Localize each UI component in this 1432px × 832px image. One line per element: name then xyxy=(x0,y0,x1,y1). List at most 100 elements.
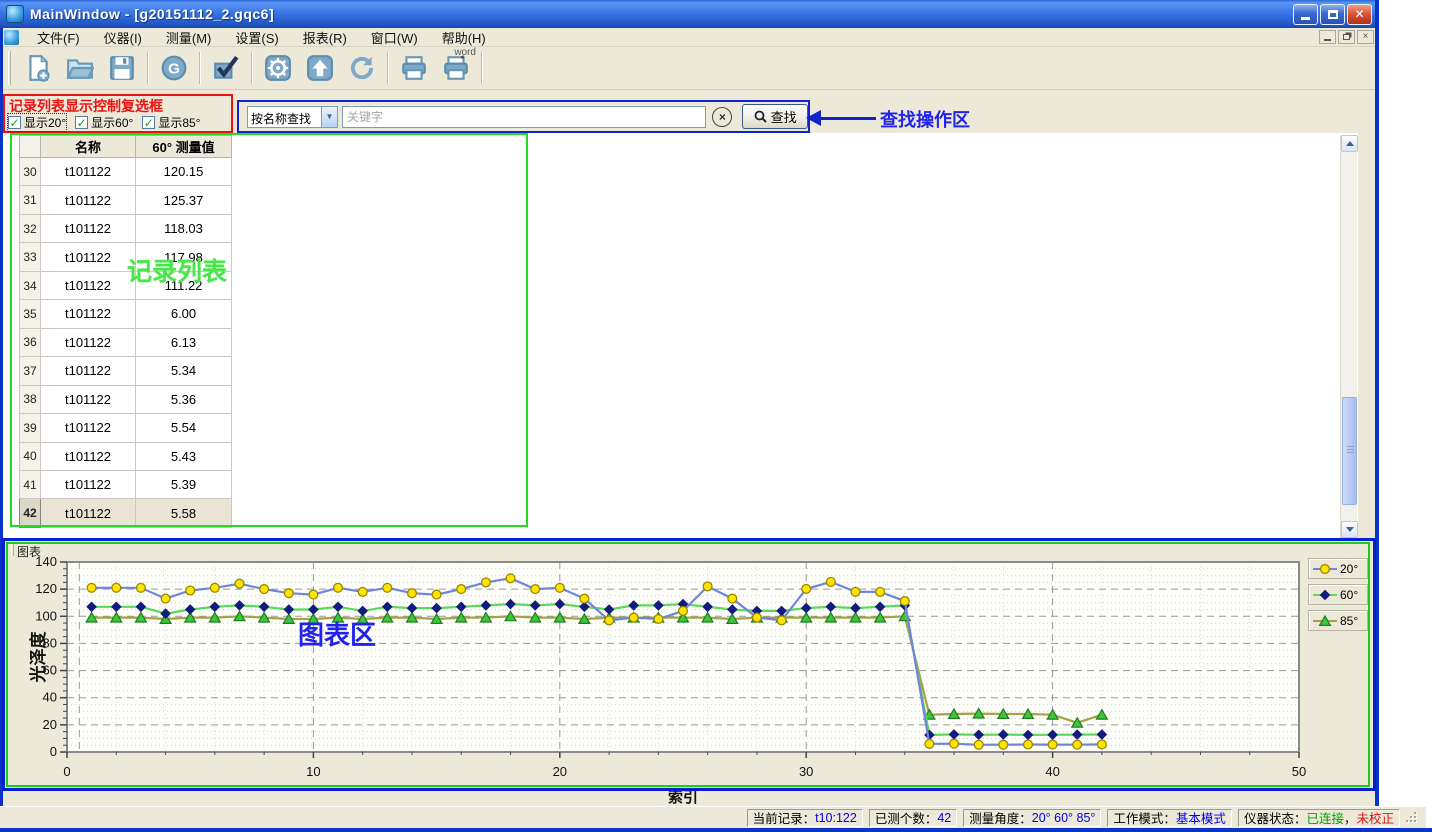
table-header-1[interactable]: 名称 xyxy=(41,136,136,158)
scroll-up-button[interactable] xyxy=(1341,135,1358,152)
table-row[interactable]: 35t1011226.00 xyxy=(20,300,232,328)
minimize-button[interactable] xyxy=(1293,4,1318,25)
find-button[interactable]: 查找 xyxy=(742,104,808,129)
menu-item-1[interactable]: 仪器(I) xyxy=(92,27,154,48)
table-header-0[interactable] xyxy=(20,136,41,158)
name-cell[interactable]: t101122 xyxy=(41,186,136,214)
display-checkbox-2[interactable]: ✓显示85° xyxy=(142,114,200,131)
table-row[interactable]: 40t1011225.43 xyxy=(20,442,232,470)
menu-item-3[interactable]: 设置(S) xyxy=(223,27,290,48)
value-cell[interactable]: 5.36 xyxy=(136,385,232,413)
table-row[interactable]: 32t101122118.03 xyxy=(20,214,232,242)
row-number-cell[interactable]: 31 xyxy=(20,186,41,214)
mdi-close-button[interactable]: × xyxy=(1357,30,1374,44)
scrollbar-thumb[interactable] xyxy=(1342,397,1357,505)
menu-item-6[interactable]: 帮助(H) xyxy=(430,27,498,48)
chevron-down-icon[interactable]: ▼ xyxy=(321,106,338,128)
print-word-button[interactable]: word xyxy=(435,49,477,87)
table-row[interactable]: 36t1011226.13 xyxy=(20,328,232,356)
name-cell[interactable]: t101122 xyxy=(41,414,136,442)
table-row[interactable]: 30t101122120.15 xyxy=(20,158,232,186)
display-checkbox-0[interactable]: ✓显示20° xyxy=(8,114,66,131)
gear-settings-icon xyxy=(264,54,292,82)
legend-item-60°[interactable]: 60° xyxy=(1308,584,1368,605)
table-row[interactable]: 39t1011225.54 xyxy=(20,414,232,442)
value-cell[interactable]: 5.54 xyxy=(136,414,232,442)
minimize-icon xyxy=(1301,17,1310,20)
value-cell[interactable]: 5.43 xyxy=(136,442,232,470)
gear-settings-button[interactable] xyxy=(257,49,299,87)
search-input[interactable] xyxy=(342,106,706,128)
mdi-minimize-button[interactable] xyxy=(1319,30,1336,44)
name-cell[interactable]: t101122 xyxy=(41,499,136,527)
name-cell[interactable]: t101122 xyxy=(41,385,136,413)
word-badge: word xyxy=(454,47,476,58)
table-row[interactable]: 31t101122125.37 xyxy=(20,186,232,214)
name-cell[interactable]: t101122 xyxy=(41,442,136,470)
row-number-cell[interactable]: 30 xyxy=(20,158,41,186)
toolbar: Gword xyxy=(0,47,1378,90)
value-cell[interactable]: 6.13 xyxy=(136,328,232,356)
table-row[interactable]: 38t1011225.36 xyxy=(20,385,232,413)
scroll-down-button[interactable] xyxy=(1341,521,1358,538)
row-number-cell[interactable]: 39 xyxy=(20,414,41,442)
name-cell[interactable]: t101122 xyxy=(41,214,136,242)
clear-search-button[interactable]: × xyxy=(712,107,732,127)
menu-item-2[interactable]: 测量(M) xyxy=(154,27,224,48)
row-number-cell[interactable]: 33 xyxy=(20,243,41,271)
row-number-cell[interactable]: 34 xyxy=(20,271,41,299)
close-button[interactable]: ✕ xyxy=(1347,4,1372,25)
checkbox-check-icon[interactable]: ✓ xyxy=(75,116,88,129)
row-number-cell[interactable]: 37 xyxy=(20,357,41,385)
display-checkbox-1[interactable]: ✓显示60° xyxy=(75,114,133,131)
vertical-scrollbar[interactable] xyxy=(1340,135,1357,538)
name-cell[interactable]: t101122 xyxy=(41,271,136,299)
name-cell[interactable]: t101122 xyxy=(41,328,136,356)
name-cell[interactable]: t101122 xyxy=(41,300,136,328)
row-number-cell[interactable]: 32 xyxy=(20,214,41,242)
legend-item-85°[interactable]: 85° xyxy=(1308,610,1368,631)
check-confirm-button[interactable] xyxy=(205,49,247,87)
checkbox-check-icon[interactable]: ✓ xyxy=(8,116,21,129)
menu-item-4[interactable]: 报表(R) xyxy=(291,27,359,48)
value-cell[interactable]: 5.39 xyxy=(136,470,232,498)
toolbar-grip[interactable] xyxy=(8,51,11,85)
table-row[interactable]: 37t1011225.34 xyxy=(20,357,232,385)
table-row[interactable]: 41t1011225.39 xyxy=(20,470,232,498)
name-cell[interactable]: t101122 xyxy=(41,357,136,385)
checkbox-check-icon[interactable]: ✓ xyxy=(142,116,155,129)
menu-item-5[interactable]: 窗口(W) xyxy=(359,27,430,48)
new-file-button[interactable] xyxy=(17,49,59,87)
open-folder-button[interactable] xyxy=(59,49,101,87)
title-bar[interactable]: MainWindow - [g20151112_2.gqc6] ✕ xyxy=(0,0,1378,28)
name-cell[interactable]: t101122 xyxy=(41,470,136,498)
menu-item-0[interactable]: 文件(F) xyxy=(25,27,92,48)
value-cell[interactable]: 6.00 xyxy=(136,300,232,328)
value-cell[interactable]: 118.03 xyxy=(136,214,232,242)
gloss-g-button[interactable]: G xyxy=(153,49,195,87)
value-cell[interactable]: 5.58 xyxy=(136,499,232,527)
mdi-restore-button[interactable] xyxy=(1338,30,1355,44)
value-cell[interactable]: 125.37 xyxy=(136,186,232,214)
search-mode-combobox[interactable]: 按名称查找 ▼ xyxy=(247,106,338,128)
print-button[interactable] xyxy=(393,49,435,87)
resize-grip[interactable] xyxy=(1406,812,1418,824)
row-number-cell[interactable]: 35 xyxy=(20,300,41,328)
row-number-cell[interactable]: 42 xyxy=(20,499,41,527)
table-header-2[interactable]: 60° 测量值 xyxy=(136,136,232,158)
name-cell[interactable]: t101122 xyxy=(41,243,136,271)
row-number-cell[interactable]: 38 xyxy=(20,385,41,413)
record-table[interactable]: 名称60° 测量值 30t101122120.1531t101122125.37… xyxy=(19,135,232,528)
upload-button[interactable] xyxy=(299,49,341,87)
table-row[interactable]: 42t1011225.58 xyxy=(20,499,232,527)
value-cell[interactable]: 5.34 xyxy=(136,357,232,385)
maximize-button[interactable] xyxy=(1320,4,1345,25)
row-number-cell[interactable]: 40 xyxy=(20,442,41,470)
row-number-cell[interactable]: 41 xyxy=(20,470,41,498)
row-number-cell[interactable]: 36 xyxy=(20,328,41,356)
name-cell[interactable]: t101122 xyxy=(41,158,136,186)
legend-item-20°[interactable]: 20° xyxy=(1308,558,1368,579)
refresh-button[interactable] xyxy=(341,49,383,87)
save-button[interactable] xyxy=(101,49,143,87)
value-cell[interactable]: 120.15 xyxy=(136,158,232,186)
